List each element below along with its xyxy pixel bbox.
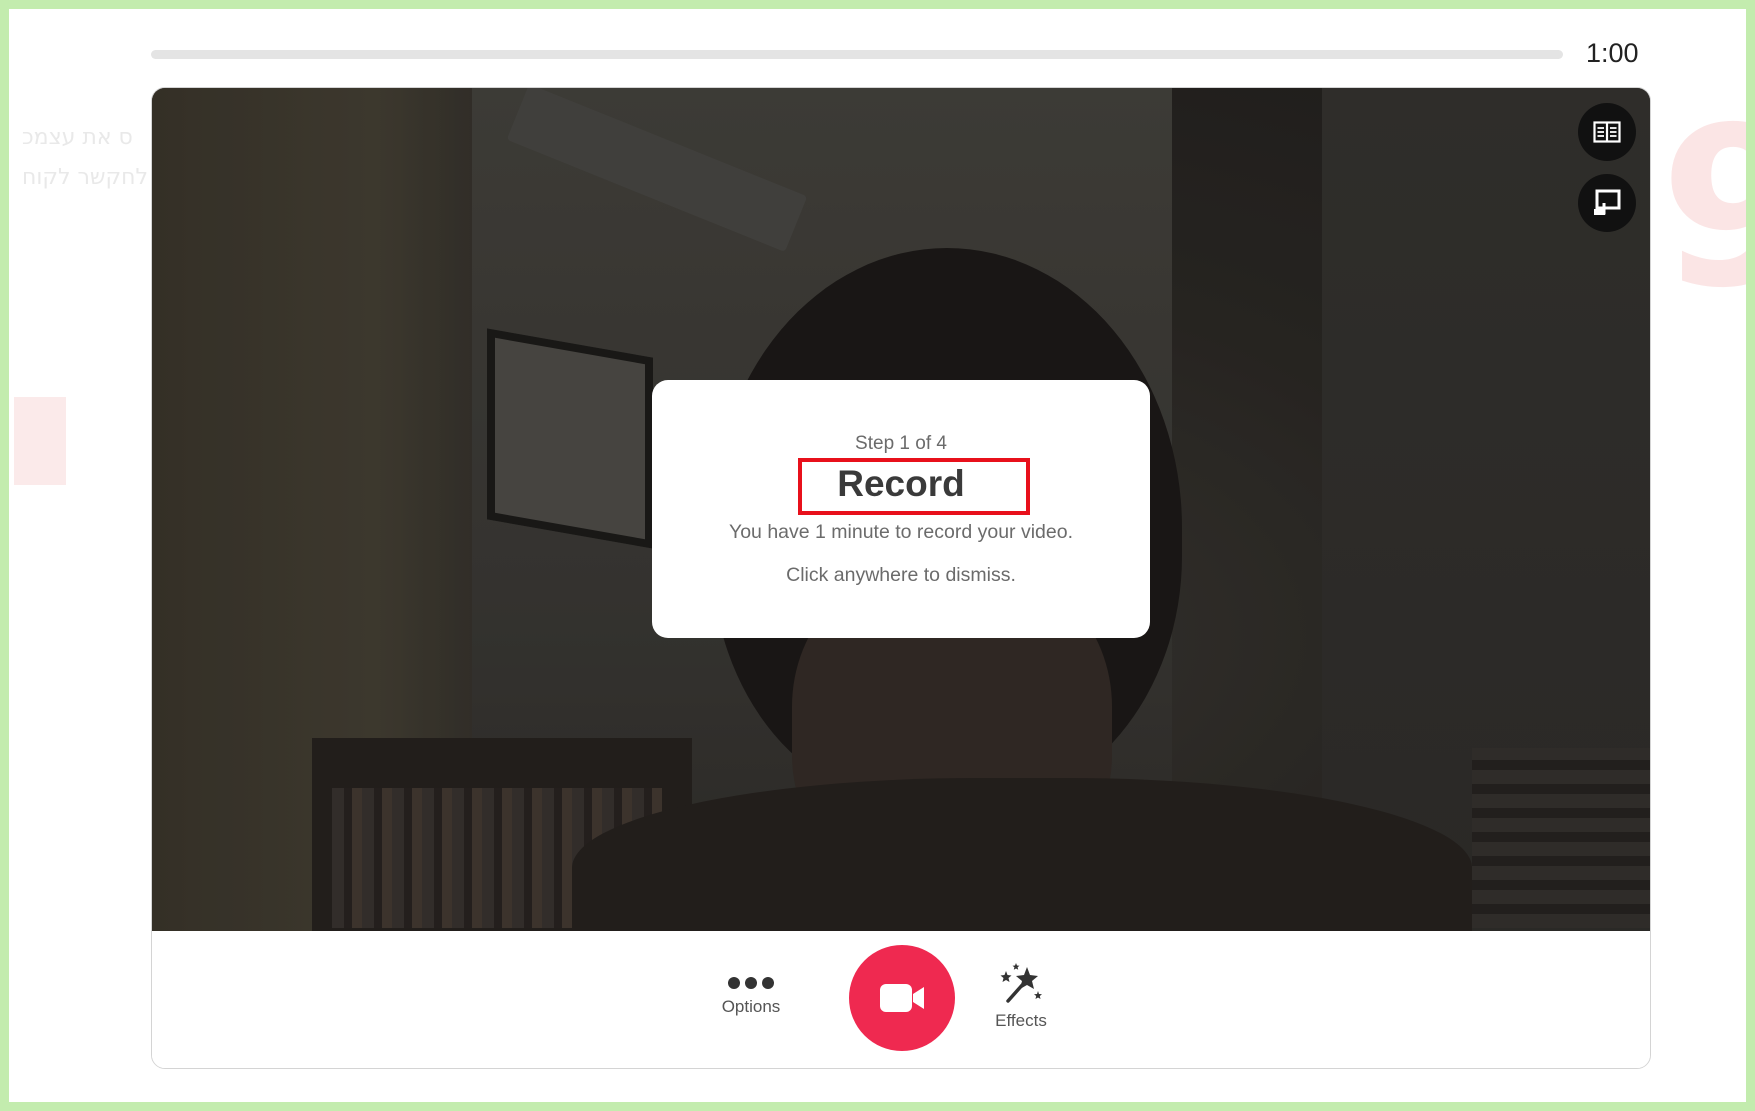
screen-share-icon: [1594, 189, 1621, 215]
options-label: Options: [721, 997, 781, 1016]
effects-button[interactable]: Effects: [971, 961, 1071, 1031]
modal-description: You have 1 minute to record your video.: [729, 521, 1073, 543]
more-dots-icon: [728, 977, 774, 989]
recorder-controls: Options Effects: [152, 931, 1650, 1068]
onboarding-modal[interactable]: Step 1 of 4 Record You have 1 minute to …: [652, 380, 1150, 638]
dismiss-hint: Click anywhere to dismiss.: [786, 564, 1016, 586]
recording-timer: 1:00: [1586, 38, 1639, 68]
video-recorder: Step 1 of 4 Record You have 1 minute to …: [151, 87, 1651, 1069]
video-camera-icon: [880, 984, 924, 1012]
options-button[interactable]: Options: [701, 975, 801, 1017]
recording-progress-bar: [151, 50, 1563, 59]
record-button[interactable]: [849, 945, 955, 1051]
teleprompter-book-icon: [1593, 121, 1621, 143]
camera-preview[interactable]: Step 1 of 4 Record You have 1 minute to …: [152, 88, 1650, 931]
screen-share-button[interactable]: [1578, 174, 1636, 232]
magic-wand-icon: [1000, 963, 1042, 1003]
step-indicator: Step 1 of 4: [855, 433, 947, 454]
background-page-button: [14, 397, 66, 485]
background-page-text: ‫ס את עצמכ‬: [22, 125, 133, 150]
modal-title: Record: [837, 463, 965, 504]
background-page-text: ‫לחקשר לקוח‬: [22, 165, 148, 190]
effects-label: Effects: [995, 1011, 1047, 1030]
background-page-graphic: 9: [1660, 80, 1755, 336]
teleprompter-button[interactable]: [1578, 103, 1636, 161]
